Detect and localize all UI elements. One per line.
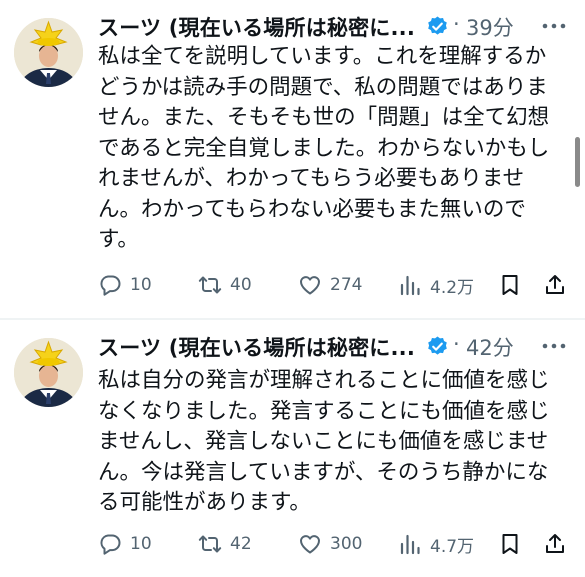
- bookmark-icon: [502, 275, 518, 295]
- scrollbar[interactable]: [575, 137, 580, 187]
- separator-dot: ·: [453, 332, 460, 356]
- tweet-text-line: ん。今は発言していますが、そのうち静かにな: [98, 459, 549, 485]
- bookmark-icon: [502, 534, 518, 554]
- reply-button[interactable]: 10: [98, 529, 152, 559]
- share-button[interactable]: [543, 529, 567, 559]
- tweet-text: 私は全てを説明しています。これを理解するか どうかは読み手の問題で、私の問題では…: [98, 42, 578, 256]
- more-icon[interactable]: [540, 14, 568, 38]
- retweet-count: 40: [230, 275, 252, 295]
- tweet-text: 私は自分の発言が理解されることに価値を感じ なくなりました。発言することにも価値…: [98, 366, 578, 519]
- reply-icon: [100, 275, 121, 296]
- views-icon: [400, 534, 420, 555]
- retweet-icon: [198, 535, 222, 553]
- tweet-text-line: 私は自分の発言が理解されることに価値を感じ: [98, 368, 550, 393]
- like-count: 300: [330, 534, 363, 554]
- tweet-text-line: ませんし、発言しないことにも価値を感じませ: [98, 429, 549, 454]
- tweet[interactable]: スーツ (現在いる場所は秘密に... · 39分 私は全てを説明しています。これ…: [0, 0, 585, 318]
- like-button[interactable]: 274: [298, 270, 362, 300]
- like-button[interactable]: 300: [298, 529, 362, 559]
- tweet-text-line: ん。わかってもらわない必要もまた無いので: [98, 196, 526, 222]
- share-icon: [546, 534, 564, 553]
- retweet-icon: [198, 276, 222, 294]
- verified-badge-icon: [428, 336, 447, 355]
- retweet-button[interactable]: 42: [198, 529, 252, 559]
- tweet-text-line: 私は全てを説明しています。これを理解するか: [98, 44, 547, 69]
- more-icon[interactable]: [540, 334, 568, 358]
- tweet-text-line: どうかは読み手の問題で、私の問題ではありま: [98, 74, 548, 100]
- author-name[interactable]: スーツ (現在いる場所は秘密に...: [98, 332, 415, 362]
- views-icon: [400, 275, 420, 296]
- share-button[interactable]: [543, 270, 567, 300]
- reply-button[interactable]: 10: [98, 270, 152, 300]
- avatar[interactable]: [14, 18, 83, 87]
- retweet-count: 42: [230, 534, 252, 554]
- reply-icon: [100, 534, 121, 555]
- tweet-text-line: す。: [98, 227, 139, 252]
- bookmark-button[interactable]: [498, 270, 522, 300]
- author-name[interactable]: スーツ (現在いる場所は秘密に...: [98, 12, 415, 42]
- tweet-text-line: であると完全自覚しました。わからないかもし: [98, 135, 550, 161]
- like-count: 274: [330, 275, 363, 295]
- tweet-header: スーツ (現在いる場所は秘密に... · 39分: [98, 12, 578, 42]
- timestamp[interactable]: 39分: [466, 12, 514, 42]
- views-count: 4.7万: [430, 536, 475, 557]
- heart-icon: [300, 535, 320, 554]
- reply-count: 10: [130, 534, 152, 554]
- reply-count: 10: [130, 275, 152, 295]
- verified-badge-icon: [428, 16, 447, 35]
- tweet-text-line: なくなりました。発言することにも価値を感じ: [98, 398, 550, 424]
- share-icon: [546, 275, 564, 294]
- views-button[interactable]: 4.2万: [398, 270, 474, 300]
- tweet-actions: 10 40 274 4.2万: [98, 270, 578, 300]
- bookmark-button[interactable]: [498, 529, 522, 559]
- views-count: 4.2万: [430, 277, 475, 298]
- timestamp[interactable]: 42分: [466, 332, 514, 362]
- tweet-actions: 10 42 300 4.7万: [98, 529, 578, 559]
- views-button[interactable]: 4.7万: [398, 529, 474, 559]
- tweet-text-line: せん。また、そもそも世の「問題」は全て幻想: [98, 105, 550, 130]
- retweet-button[interactable]: 40: [198, 270, 252, 300]
- heart-icon: [300, 276, 320, 295]
- avatar[interactable]: [14, 338, 83, 407]
- tweet-header: スーツ (現在いる場所は秘密に... · 42分: [98, 332, 578, 362]
- separator-dot: ·: [453, 12, 460, 36]
- tweet-text-line: る可能性があります。: [98, 490, 311, 515]
- tweet-text-line: れませんが、わかってもらう必要もありませ: [98, 166, 525, 191]
